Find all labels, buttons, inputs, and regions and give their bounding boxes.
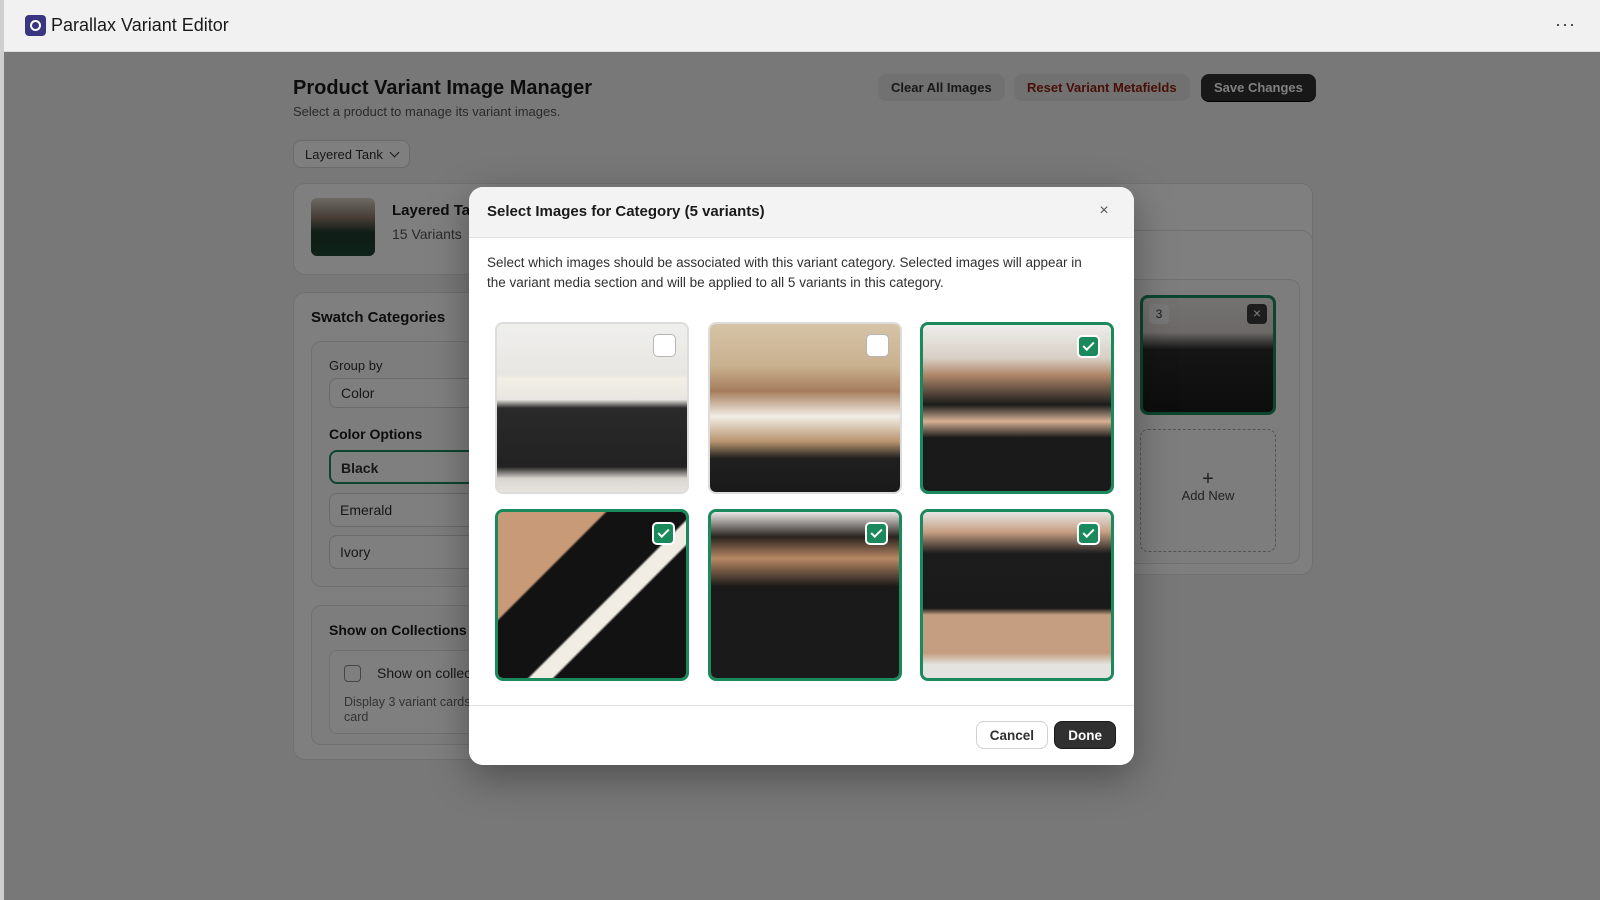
image-option-back-view[interactable]: [708, 509, 902, 681]
modal-footer: Cancel Done: [469, 705, 1134, 765]
title-bar: Parallax Variant Editor ···: [4, 0, 1600, 52]
image-checkbox[interactable]: [865, 522, 888, 545]
image-checkbox[interactable]: [652, 522, 675, 545]
app-title: Parallax Variant Editor: [51, 15, 229, 35]
image-checkbox[interactable]: [1077, 335, 1100, 358]
modal-title: Select Images for Category (5 variants): [487, 203, 765, 220]
select-images-modal: Select Images for Category (5 variants) …: [469, 187, 1134, 765]
cancel-button[interactable]: Cancel: [975, 721, 1048, 749]
modal-header: Select Images for Category (5 variants) …: [469, 187, 1134, 238]
done-button[interactable]: Done: [1054, 721, 1116, 749]
image-checkbox[interactable]: [653, 334, 676, 357]
image-option-full-front-shorts[interactable]: [920, 509, 1114, 681]
image-option-front-shorts[interactable]: [920, 322, 1114, 494]
image-option-back-strap-closeup[interactable]: [495, 509, 689, 681]
image-option-torso-smile[interactable]: [708, 322, 902, 494]
app-logo-icon: [25, 15, 46, 36]
image-checkbox[interactable]: [1077, 522, 1100, 545]
close-icon[interactable]: ×: [1094, 201, 1114, 221]
modal-description: Select which images should be associated…: [487, 255, 1082, 290]
image-option-full-length-side[interactable]: [495, 322, 689, 494]
more-options-icon[interactable]: ···: [1555, 14, 1576, 35]
image-checkbox[interactable]: [866, 334, 889, 357]
